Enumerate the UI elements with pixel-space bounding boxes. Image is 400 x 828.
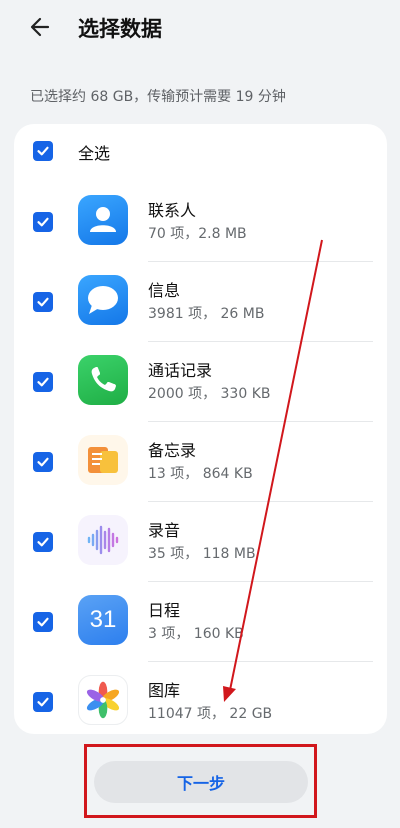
check-icon — [37, 377, 49, 387]
recorder-icon — [78, 515, 128, 565]
selection-summary: 已选择约 68 GB，传输预计需要 19 分钟 — [30, 89, 286, 105]
list-item-contacts[interactable]: 联系人 70 项，2.8 MB — [14, 182, 387, 262]
item-name: 图库 — [148, 681, 181, 700]
check-icon — [37, 617, 49, 627]
check-icon — [37, 297, 49, 307]
check-icon — [37, 217, 49, 227]
check-icon — [37, 697, 49, 707]
check-icon — [37, 537, 49, 547]
item-detail: 70 项，2.8 MB — [148, 226, 247, 242]
item-checkbox[interactable] — [33, 292, 53, 312]
item-name: 通话记录 — [148, 361, 213, 380]
list-item-messages[interactable]: 信息 3981 项， 26 MB — [14, 262, 387, 342]
phone-icon — [78, 355, 128, 405]
item-detail: 3981 项， 26 MB — [148, 306, 265, 322]
list-item-call-log[interactable]: 通话记录 2000 项， 330 KB — [14, 342, 387, 422]
item-name: 备忘录 — [148, 441, 197, 460]
list-item-notes[interactable]: 备忘录 13 项， 864 KB — [14, 422, 387, 502]
item-checkbox[interactable] — [33, 692, 53, 712]
list-item-recorder[interactable]: 录音 35 项， 118 MB — [14, 502, 387, 582]
calendar-day: 31 — [89, 606, 117, 633]
list-item-calendar[interactable]: 31 日程 3 项， 160 KB — [14, 582, 387, 662]
item-checkbox[interactable] — [33, 372, 53, 392]
notes-icon — [78, 435, 128, 485]
data-list-card: 全选 联系人 70 项，2.8 MB 信息 3981 项， 26 MB 通话记录 — [14, 124, 387, 734]
check-icon — [37, 457, 49, 467]
arrow-left-icon[interactable] — [26, 12, 56, 42]
item-checkbox[interactable] — [33, 532, 53, 552]
item-checkbox[interactable] — [33, 452, 53, 472]
item-detail: 13 项， 864 KB — [148, 466, 253, 482]
header: 选择数据 — [0, 0, 400, 60]
calendar-icon: 31 — [78, 595, 128, 645]
item-detail: 2000 项， 330 KB — [148, 386, 271, 402]
page-title: 选择数据 — [78, 17, 162, 41]
item-name: 录音 — [148, 521, 181, 540]
list-item-gallery[interactable]: 图库 11047 项， 22 GB — [14, 662, 387, 734]
contacts-icon — [78, 195, 128, 245]
item-name: 日程 — [148, 601, 181, 620]
gallery-icon — [78, 675, 128, 725]
next-step-button[interactable]: 下一步 — [94, 761, 308, 803]
select-all-label: 全选 — [78, 144, 111, 163]
check-icon — [37, 146, 49, 156]
item-detail: 35 项， 118 MB — [148, 546, 256, 562]
item-detail: 11047 项， 22 GB — [148, 706, 273, 722]
item-name: 联系人 — [148, 201, 197, 220]
item-checkbox[interactable] — [33, 212, 53, 232]
item-detail: 3 项， 160 KB — [148, 626, 244, 642]
messages-icon — [78, 275, 128, 325]
item-name: 信息 — [148, 281, 181, 300]
item-checkbox[interactable] — [33, 612, 53, 632]
select-all-checkbox[interactable] — [33, 141, 53, 161]
